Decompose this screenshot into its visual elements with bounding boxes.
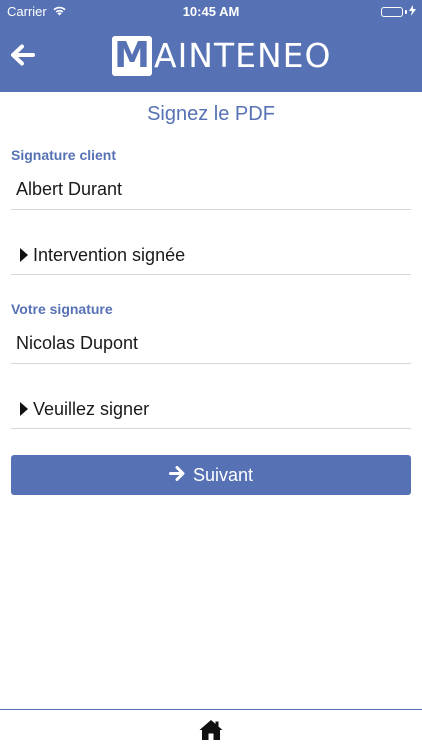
client-signature-label: Signature client — [11, 147, 117, 163]
home-icon — [199, 720, 223, 745]
header-bar: M AINTENEO — [0, 22, 422, 92]
caret-right-icon — [20, 402, 28, 416]
next-button[interactable]: Suivant — [11, 455, 411, 495]
own-signature-status: Veuillez signer — [33, 398, 150, 419]
logo-letter: M — [112, 36, 152, 76]
arrow-right-icon — [168, 465, 185, 486]
client-signature-status: Intervention signée — [33, 244, 186, 265]
back-button[interactable] — [6, 40, 40, 74]
home-button[interactable] — [199, 719, 223, 741]
status-bar: Carrier 10:45 AM — [0, 0, 422, 22]
status-time: 10:45 AM — [182, 4, 240, 19]
caret-right-icon — [20, 248, 28, 262]
arrow-left-icon — [11, 44, 35, 71]
client-name-input[interactable] — [11, 170, 411, 210]
bolt-icon — [409, 4, 416, 19]
own-name-input[interactable] — [11, 324, 411, 364]
own-signature-row[interactable]: Veuillez signer — [11, 390, 411, 429]
battery-indicator — [381, 4, 416, 19]
battery-icon — [381, 6, 403, 17]
next-button-label: Suivant — [192, 464, 254, 485]
client-signature-row[interactable]: Intervention signée — [11, 236, 411, 275]
bottom-tab-bar — [0, 709, 422, 751]
mainteneo-logo: M AINTENEO — [112, 35, 332, 77]
logo-text: AINTENEO — [154, 36, 332, 75]
own-signature-label: Votre signature — [11, 301, 113, 317]
page-title: Signez le PDF — [147, 103, 275, 125]
